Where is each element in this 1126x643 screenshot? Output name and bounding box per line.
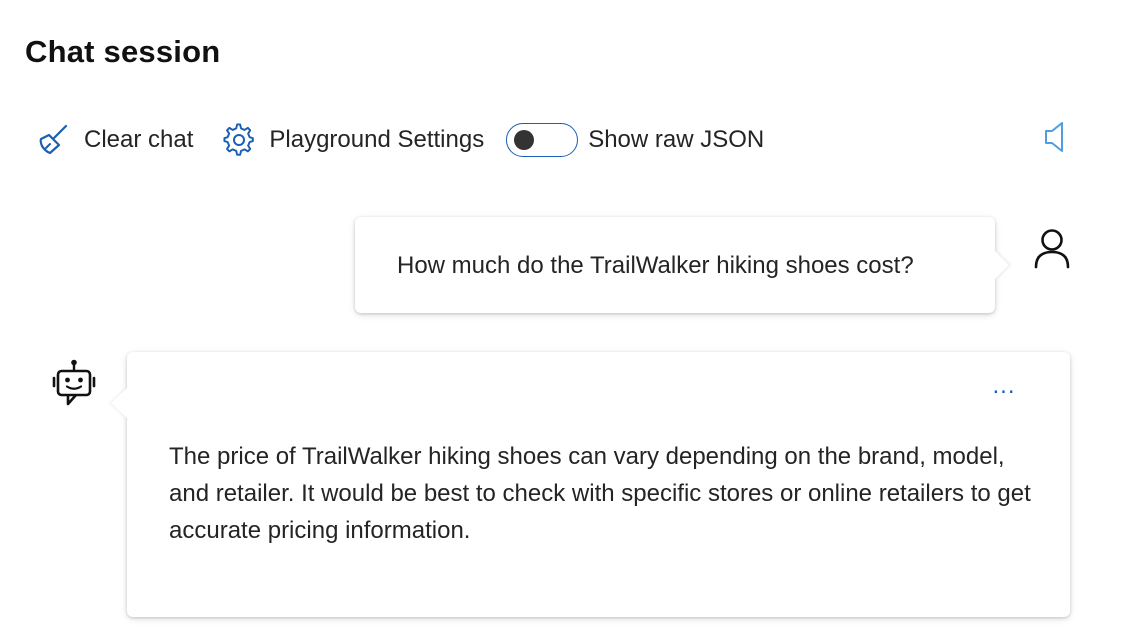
show-raw-json-label: Show raw JSON — [588, 126, 765, 153]
toggle-knob — [514, 130, 535, 150]
gear-icon — [221, 122, 257, 158]
chat-toolbar: Clear chat Playground Settings Show raw … — [36, 114, 764, 166]
bot-icon — [52, 358, 96, 408]
playground-settings-button[interactable]: Playground Settings — [221, 122, 484, 158]
assistant-message-bubble: ... The price of TrailWalker hiking shoe… — [127, 352, 1070, 617]
more-options-button[interactable]: ... — [989, 374, 1019, 402]
person-icon — [1030, 226, 1074, 270]
user-message-text: How much do the TrailWalker hiking shoes… — [397, 252, 914, 279]
playground-settings-label: Playground Settings — [269, 126, 485, 153]
clear-chat-button[interactable]: Clear chat — [36, 122, 193, 158]
speaker-icon[interactable] — [1040, 119, 1074, 155]
clear-chat-label: Clear chat — [84, 126, 194, 153]
show-raw-json-toggle[interactable] — [506, 123, 579, 157]
assistant-message-text: The price of TrailWalker hiking shoes ca… — [169, 443, 1031, 544]
broom-icon — [36, 122, 72, 158]
page-title: Chat session — [25, 34, 221, 69]
user-message-bubble: How much do the TrailWalker hiking shoes… — [355, 217, 995, 313]
